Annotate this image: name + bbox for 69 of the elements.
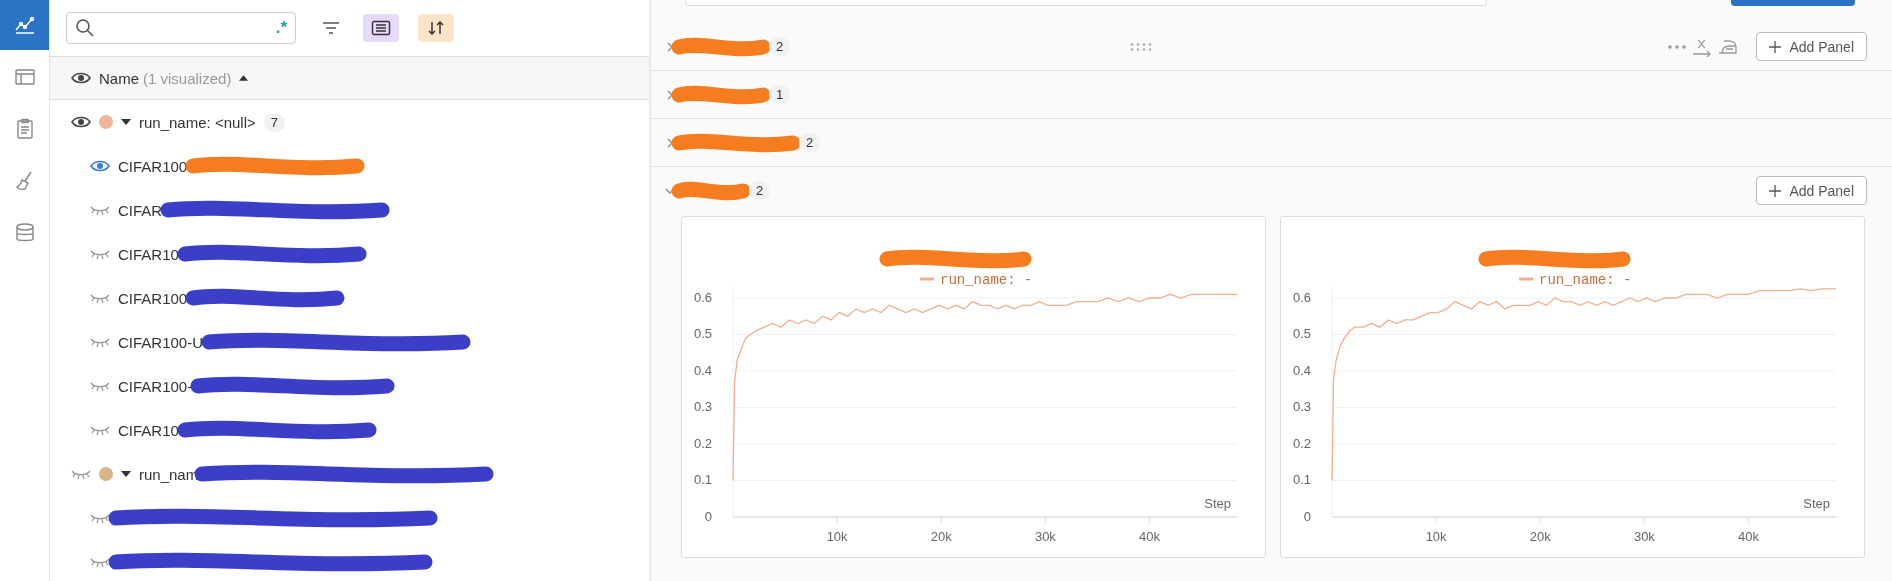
y-tick-label: 0.3 — [1292, 399, 1311, 415]
iron-icon[interactable] — [1718, 38, 1739, 55]
axis-label: Step — [1803, 496, 1830, 511]
run-name[interactable]: CIFAR100-U — [118, 333, 204, 351]
y-tick-label: 0.2 — [693, 436, 712, 451]
column-header[interactable]: Name — [99, 69, 139, 87]
x-tick-label: 20k — [1529, 529, 1551, 544]
legend-label: run_name: - — [1539, 272, 1632, 288]
y-tick-label: 0.4 — [1292, 362, 1311, 378]
sort-arrows-icon — [427, 19, 445, 37]
y-tick-label: 0.5 — [693, 326, 712, 342]
run-name[interactable]: CIFAR100 — [118, 289, 188, 307]
y-tick-label: 0.5 — [1292, 326, 1311, 342]
x-tick-label: 30k — [1034, 529, 1056, 544]
count-badge: 1 — [769, 85, 791, 104]
eye-icon[interactable] — [90, 159, 110, 173]
filter-icon[interactable] — [322, 22, 340, 34]
eye-icon[interactable] — [71, 115, 91, 129]
eye-icon[interactable] — [71, 71, 91, 85]
x-tick-label: 40k — [1738, 529, 1759, 544]
chevron-right-icon[interactable] — [665, 41, 675, 52]
caret-icon[interactable] — [121, 118, 131, 126]
drag-handle-icon[interactable] — [1130, 42, 1153, 51]
group-button[interactable] — [363, 14, 399, 42]
plus-icon — [1769, 40, 1782, 53]
run-name[interactable]: CIFAR — [118, 201, 163, 219]
color-dot[interactable] — [99, 467, 113, 481]
legend-item[interactable]: run_name: - — [1519, 272, 1632, 288]
chevron-right-icon[interactable] — [665, 89, 675, 100]
run-name[interactable]: CIFAR10 — [118, 245, 179, 263]
visualized-count: (1 visualized) — [143, 69, 232, 87]
y-tick-label: 0.4 — [693, 362, 712, 378]
color-dot[interactable] — [99, 115, 113, 129]
y-tick-label: 0.6 — [693, 289, 712, 305]
y-tick-label: 0.6 — [1292, 289, 1311, 305]
y-tick-label: 0.2 — [1292, 436, 1311, 451]
count-badge: 2 — [749, 181, 771, 200]
sort-button[interactable] — [418, 14, 454, 42]
legend-label: run_name: - — [940, 272, 1033, 288]
search-icon — [75, 18, 95, 38]
group-name[interactable]: run_name: <null> — [139, 113, 256, 131]
x-tick-label: 30k — [1633, 529, 1655, 544]
x-tick-label: 40k — [1139, 529, 1160, 544]
y-tick-label: 0.1 — [693, 472, 712, 488]
x-tick-label: 20k — [930, 529, 952, 544]
axis-label: Step — [1204, 496, 1231, 511]
run-name[interactable]: CIFAR100- — [118, 377, 193, 395]
count-badge: 2 — [769, 37, 791, 56]
x-tick-label: 10k — [826, 529, 848, 544]
chevron-right-icon[interactable] — [665, 137, 675, 148]
list-icon — [371, 20, 391, 36]
legend-item[interactable]: run_name: - — [920, 272, 1033, 288]
run-name[interactable]: CIFAR10 — [118, 421, 179, 439]
plus-icon — [1769, 184, 1782, 197]
run-name[interactable]: CIFAR100 — [118, 157, 188, 175]
y-tick-label: 0.3 — [693, 399, 712, 415]
add-panel-button[interactable]: Add Panel — [1756, 176, 1867, 205]
caret-icon[interactable] — [121, 470, 131, 478]
more-icon[interactable] — [1668, 44, 1687, 49]
add-panel-button[interactable]: Add Panel — [1756, 32, 1867, 61]
text-field[interactable] — [685, 0, 1487, 6]
sort-ascending-icon[interactable] — [239, 75, 249, 81]
y-tick-label: 0 — [704, 509, 712, 524]
y-tick-label: 0.1 — [1292, 472, 1311, 488]
x-tick-label: 10k — [1425, 529, 1447, 544]
count-badge: 2 — [799, 133, 821, 152]
count-badge: 7 — [263, 112, 285, 132]
y-tick-label: 0 — [1303, 509, 1311, 524]
nav-item[interactable] — [0, 0, 49, 50]
